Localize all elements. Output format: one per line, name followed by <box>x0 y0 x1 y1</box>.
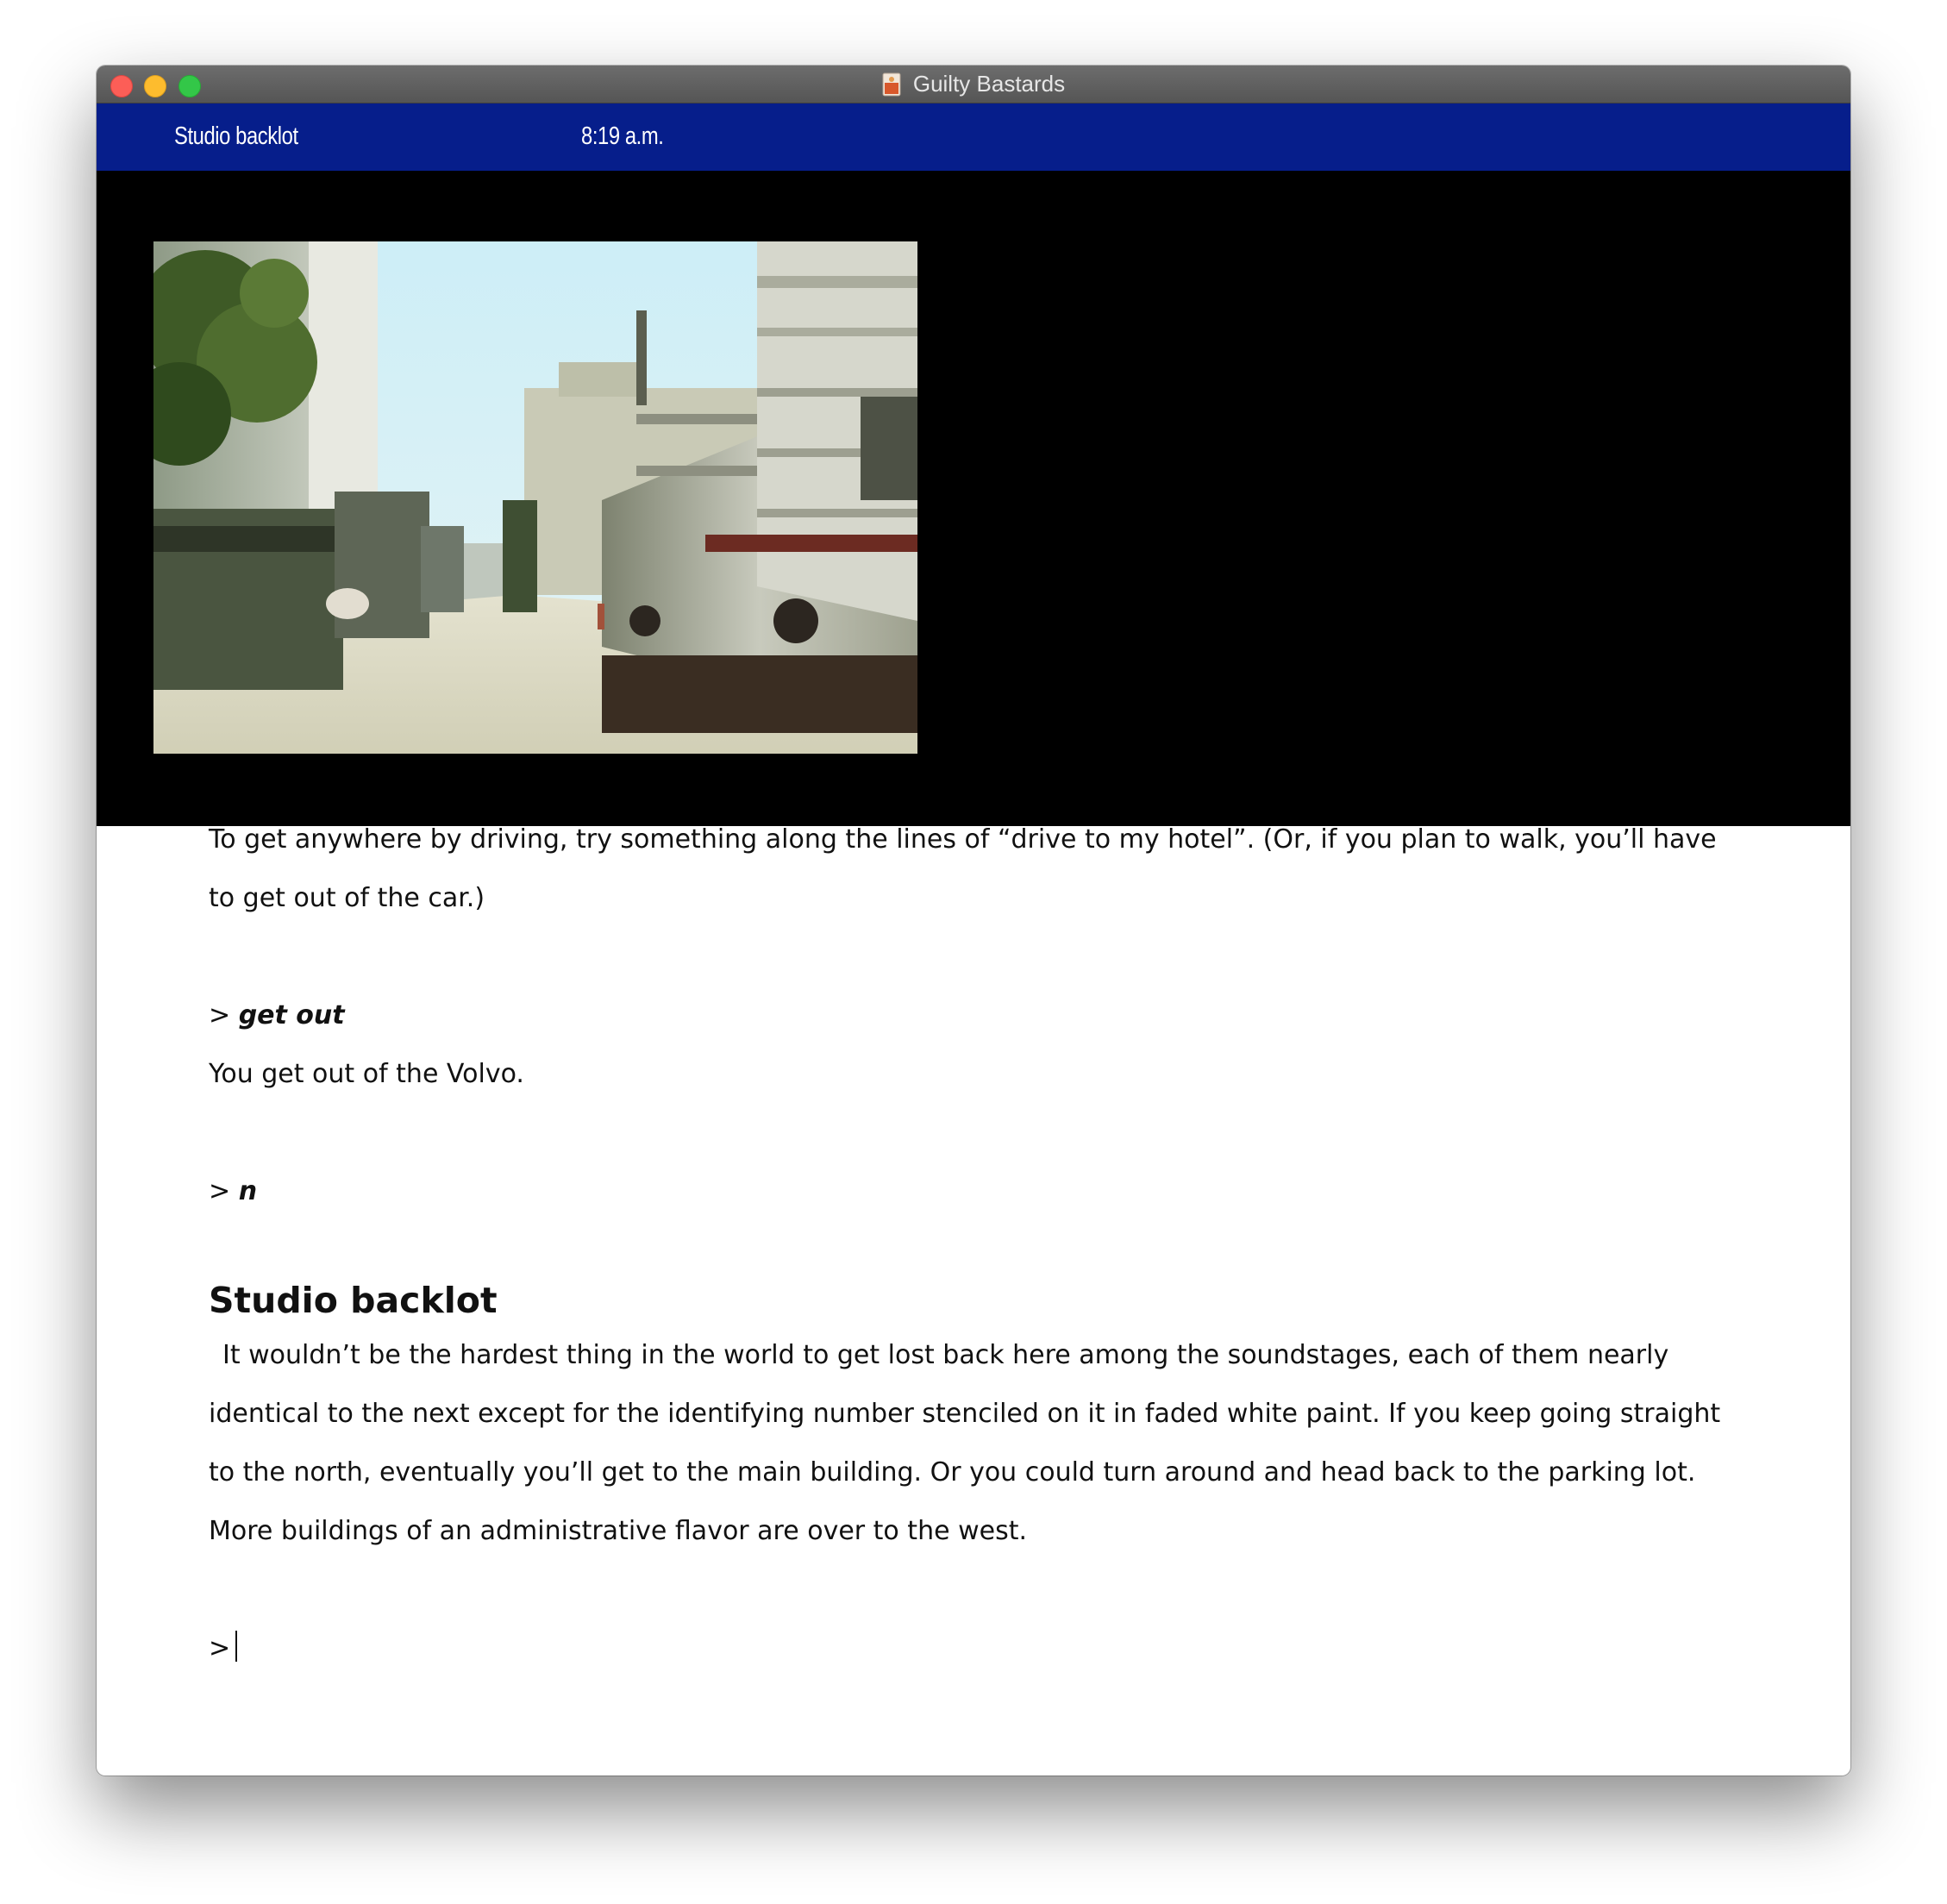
command-prompt: > <box>209 1176 231 1206</box>
app-window: Guilty Bastards Studio backlot 8:19 a.m. <box>97 66 1850 1776</box>
title-bar[interactable]: Guilty Bastards <box>97 66 1850 103</box>
window-title: Guilty Bastards <box>912 71 1066 97</box>
player-command: get out <box>238 1000 345 1030</box>
room-description: It wouldn’t be the hardest thing in the … <box>209 1340 1721 1546</box>
graphics-window <box>97 171 1850 826</box>
room-title: Studio backlot <box>209 1280 498 1321</box>
response-paragraph: You get out of the Volvo. <box>209 1059 524 1089</box>
intro-paragraph: To get anywhere by driving, try somethin… <box>209 824 1717 913</box>
app-document-icon <box>882 72 901 96</box>
command-input-line[interactable]: > <box>209 1619 1744 1678</box>
player-command: n <box>238 1176 258 1206</box>
command-line-2: > n <box>209 1162 1744 1221</box>
command-prompt: > <box>209 1000 231 1030</box>
input-prompt: > <box>209 1633 231 1663</box>
story-transcript: To get anywhere by driving, try somethin… <box>209 824 1744 1678</box>
status-location: Studio backlot <box>174 122 298 150</box>
text-cursor[interactable] <box>235 1631 238 1662</box>
status-time: 8:19 a.m. <box>581 122 664 150</box>
command-line-1: > get out <box>209 986 1744 1045</box>
status-bar: Studio backlot 8:19 a.m. <box>97 103 1850 171</box>
window-title-group: Guilty Bastards <box>97 66 1850 103</box>
studio-backlot-scene-image <box>153 241 917 754</box>
